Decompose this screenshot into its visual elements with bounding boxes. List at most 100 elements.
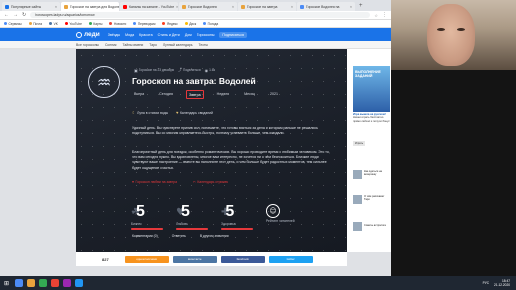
tab-close-icon[interactable]: × <box>289 5 293 9</box>
start-button[interactable]: ⊞ <box>4 280 9 287</box>
taskbar-app-icon[interactable] <box>75 279 84 287</box>
browser-tab[interactable]: Популярные сайты × <box>2 2 60 11</box>
bookmark-label: Сервисы <box>8 21 22 26</box>
top-nav-item[interactable]: Мода <box>125 33 134 37</box>
reply-link[interactable]: Ответить <box>172 234 186 238</box>
top-nav-item[interactable]: Стиль и Дети <box>158 33 180 37</box>
sub-nav-item[interactable]: Таро <box>149 43 157 47</box>
bookmark-favicon-icon <box>64 22 68 25</box>
haircut-calendar-link[interactable]: ✂ Календарь стрижек <box>193 180 236 184</box>
sub-nav-item[interactable]: Сонник <box>105 43 116 47</box>
bookmark-item[interactable]: Новости <box>109 22 126 26</box>
date-tab[interactable]: 2021 <box>268 90 280 99</box>
heart-calendar-icon: ♥ <box>176 110 179 115</box>
browser-tab[interactable]: Гороскоп на завтра × <box>238 2 296 11</box>
browser-tab[interactable]: Каналы на канале - YouTube × <box>120 2 178 11</box>
top-nav-item[interactable]: Дом <box>185 33 192 37</box>
date-tab[interactable]: Вчера <box>132 90 146 99</box>
top-nav-item[interactable]: Гороскопы <box>197 33 215 37</box>
bookmark-favicon-icon <box>4 22 7 25</box>
tab-label: Гороскоп Водолея <box>188 4 217 9</box>
sidebar-list-item[interactable]: О чём расскажет Таро <box>353 195 388 204</box>
bookmark-item[interactable]: Яндекс <box>162 22 178 26</box>
site-logo[interactable]: леди <box>76 31 100 38</box>
tab-close-icon[interactable]: × <box>230 5 234 9</box>
rating-value: 5 <box>225 203 235 220</box>
rating-label: Бизнес <box>131 222 142 226</box>
eye-icon: ◉ <box>204 67 209 73</box>
rating-top: ✚ 5 <box>221 203 234 221</box>
share-bar: 827 одноклассники вконтакте facebook twitte… <box>76 252 347 266</box>
share-button-twitter[interactable]: twitter <box>268 255 313 263</box>
ad-caption[interactable]: Игра вышла на русском! Начни играть бесп… <box>353 113 390 123</box>
top-nav-item[interactable]: Красота <box>139 33 152 37</box>
bookmark-label: VK <box>53 21 58 26</box>
game-ad-banner[interactable]: ВЫПОЛНЕНИЕ ЗАДАНИЙ <box>353 66 390 112</box>
bookmark-item[interactable]: VK <box>49 22 58 26</box>
taskbar-app-icon[interactable] <box>15 279 24 287</box>
browser-tab[interactable]: Гороскоп на завтра для Водолея× <box>61 2 119 11</box>
bookmark-item[interactable]: Диск <box>184 22 196 26</box>
taskbar-app-icon[interactable] <box>39 279 48 287</box>
tab-close-icon[interactable]: × <box>348 5 352 9</box>
smiley-icon: ☺ <box>266 204 280 218</box>
comments-count[interactable]: Комментарии (0) <box>132 234 158 238</box>
reload-icon[interactable]: ↻ <box>22 12 26 18</box>
bookmark-item[interactable]: Переводчик <box>133 22 155 26</box>
back-icon[interactable]: ← <box>4 12 9 18</box>
bookmark-item[interactable]: Сервисы <box>4 22 22 26</box>
article-meta: ▣ Гороскоп на 23 декабря ⤴ Поделиться ◉ 1.6… <box>134 67 219 73</box>
date-tab[interactable]: Сегодня <box>157 90 175 99</box>
share-button-вконтакте[interactable]: вконтакте <box>172 255 217 263</box>
date-tab[interactable]: Неделя <box>215 90 232 99</box>
forward-icon[interactable]: → <box>13 12 18 18</box>
share-button-facebook[interactable]: facebook <box>220 255 265 263</box>
rating-bar-fill <box>131 227 163 230</box>
url-field[interactable]: horoscopes.ladys.ru/aquarius/tomorrow <box>30 12 371 18</box>
meta-views: ◉ 1.6к <box>204 67 215 73</box>
tab-close-icon[interactable]: × <box>174 5 178 9</box>
lunar-calendar-link[interactable]: Календарь свиданий <box>180 111 213 115</box>
taskbar-app-icon[interactable] <box>63 279 72 287</box>
sub-nav-item[interactable]: Все гороскопы <box>76 43 99 47</box>
taskbar-app-icon[interactable] <box>51 279 60 287</box>
browser-tab[interactable]: Гороскоп Водолея × <box>179 2 237 11</box>
new-tab-button[interactable]: + <box>356 2 366 11</box>
tab-favicon-icon <box>182 4 186 9</box>
sidebar-list-item[interactable]: Как одеться на вечеринку <box>353 170 388 179</box>
sub-nav-item[interactable]: Тайны имени <box>122 43 143 47</box>
date-tab[interactable]: Месяц <box>242 90 257 99</box>
sub-nav-item[interactable]: Тесты <box>199 43 208 47</box>
meta-share[interactable]: ⤴ Поделиться <box>178 67 201 73</box>
rating-label: Здоровье <box>221 222 236 226</box>
rating-bar <box>176 227 208 230</box>
other-meaning-link[interactable]: В другом значении <box>200 234 229 238</box>
browser-menu-icon[interactable]: ⋮ <box>382 12 387 18</box>
reader-rating[interactable]: ☺ Рейтинг читателей <box>266 203 311 230</box>
clock[interactable]: 18:47 21.12.2020 <box>494 279 510 287</box>
tab-close-icon[interactable]: × <box>53 5 57 9</box>
language-indicator[interactable]: РУС <box>483 281 489 285</box>
date-tabs: Вчера Сегодня Завтра Неделя Месяц 2021 <box>132 90 291 99</box>
subscribe-button[interactable]: Подписаться <box>219 31 247 38</box>
webcam-overlay <box>391 0 516 70</box>
lunar-moon-text[interactable]: Луна в стихии воды <box>137 111 168 115</box>
ad-play-button[interactable]: Играть <box>353 141 365 146</box>
date-tab[interactable]: Завтра <box>185 90 204 99</box>
love-horoscope-link[interactable]: ♥ Гороскоп любви на завтра <box>132 180 185 184</box>
bookmark-item[interactable]: Погода <box>203 22 218 26</box>
sidebar-list-item[interactable]: Советы астролога <box>353 222 388 231</box>
top-nav-item[interactable]: Звёзды <box>108 33 120 37</box>
bookmark-star-icon[interactable]: ☆ <box>374 13 378 18</box>
taskbar-app-icon[interactable] <box>27 279 36 287</box>
bookmark-item[interactable]: Карты <box>88 22 102 26</box>
rating-value: 5 <box>180 203 190 220</box>
bookmark-item[interactable]: YouTube <box>64 22 82 26</box>
sub-nav-item[interactable]: Лунный календарь <box>163 43 193 47</box>
bookmark-favicon-icon <box>162 22 166 25</box>
moon-icon: ☾ <box>132 110 136 115</box>
browser-tab[interactable]: Гороскоп Водолея на × <box>297 2 355 11</box>
share-button-одноклассники[interactable]: одноклассники <box>124 255 169 263</box>
bookmark-label: Новости <box>113 21 127 26</box>
bookmark-item[interactable]: Почта <box>28 22 42 26</box>
